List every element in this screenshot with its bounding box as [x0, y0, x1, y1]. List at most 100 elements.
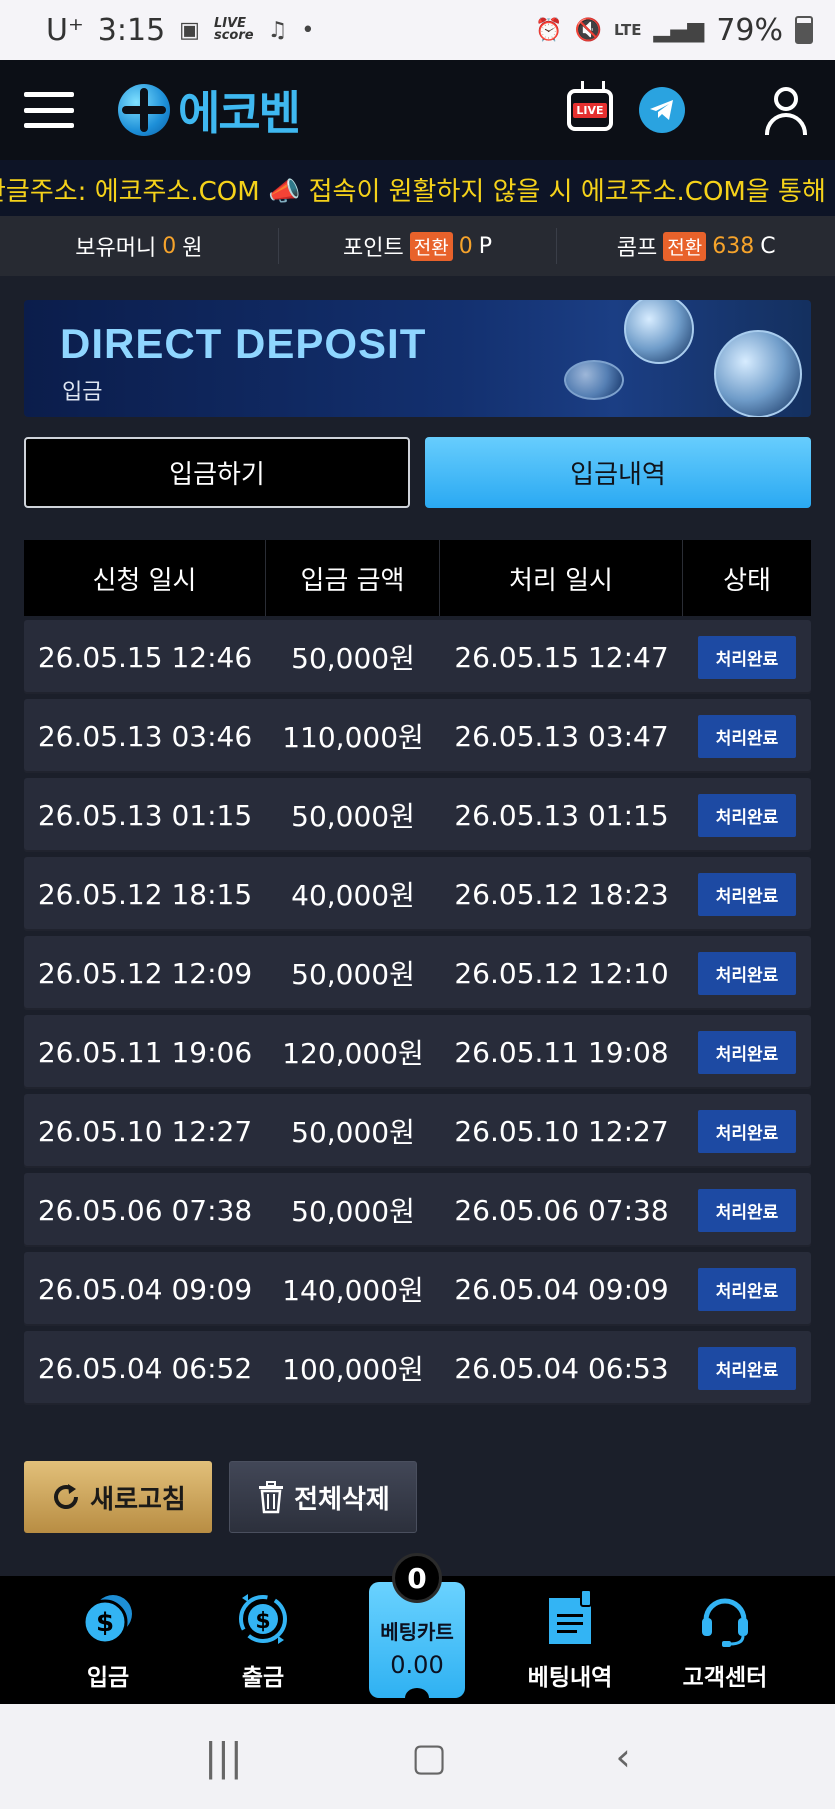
svg-text:$: $ — [255, 1609, 270, 1634]
live-tv-label: LIVE — [573, 102, 607, 118]
coin-decoration-icon — [624, 300, 694, 364]
processed-at: 26.05.11 19:08 — [454, 1035, 669, 1069]
recent-apps-icon[interactable]: ||| — [204, 1735, 242, 1779]
processed-at: 26.05.04 09:09 — [454, 1272, 669, 1306]
bet-cart-count-badge: 0 — [392, 1553, 442, 1603]
requested-at: 26.05.12 18:15 — [37, 877, 253, 911]
lte-icon: LTE — [613, 21, 642, 39]
mute-icon: 🔇 — [574, 17, 602, 43]
amount: 100,000원 — [282, 1353, 424, 1386]
processed-at: 26.05.13 03:47 — [454, 719, 669, 753]
livescore-icon: LIVE score — [213, 16, 254, 43]
tab-deposit[interactable]: 입금하기 — [24, 437, 410, 508]
status-badge: 처리완료 — [697, 872, 797, 916]
clock: 3:15 — [97, 12, 166, 48]
requested-at: 26.05.12 12:09 — [37, 956, 253, 990]
processed-at: 26.05.12 12:10 — [454, 956, 669, 990]
telegram-icon[interactable] — [639, 87, 685, 133]
menu-icon[interactable] — [24, 92, 74, 128]
requested-at: 26.05.10 12:27 — [37, 1114, 253, 1148]
nav-bet-history[interactable]: 베팅내역 — [505, 1576, 635, 1704]
money-balance: 보유머니 0 원 — [0, 228, 279, 264]
tab-deposit-history[interactable]: 입금내역 — [425, 437, 811, 508]
coin-decoration-icon — [714, 330, 802, 417]
money-value: 0 — [162, 233, 177, 259]
requested-at: 26.05.13 01:15 — [37, 798, 253, 832]
comp-value: 638 — [712, 233, 755, 259]
table-row: 26.05.06 07:38 50,000원 26.05.06 07:38 처리… — [24, 1173, 811, 1247]
amount: 50,000원 — [291, 1116, 415, 1149]
nav-support[interactable]: 고객센터 — [660, 1576, 790, 1704]
home-icon[interactable]: ▢ — [411, 1735, 447, 1779]
processed-at: 26.05.13 01:15 — [454, 798, 669, 832]
more-notifications-dot: • — [301, 17, 315, 43]
header-requested-at: 신청 일시 — [24, 540, 266, 616]
notice-text: 한글주소: 에코주소.COM 📣 접속이 원활하지 않을 시 에코주소.COM을… — [0, 177, 826, 207]
point-balance: 포인트 전환 0 P — [279, 228, 558, 264]
money-label: 보유머니 — [75, 236, 157, 261]
requested-at: 26.05.13 03:46 — [37, 719, 253, 753]
deposit-coin-icon: $ — [79, 1590, 137, 1648]
requested-at: 26.05.15 12:46 — [37, 640, 253, 674]
history-table-body: 26.05.15 12:46 50,000원 26.05.15 12:47 처리… — [24, 620, 811, 1410]
comp-unit: C — [760, 233, 776, 259]
refresh-button[interactable]: 새로고침 — [24, 1461, 212, 1533]
amount: 140,000원 — [282, 1274, 424, 1307]
amount: 120,000원 — [282, 1037, 424, 1070]
table-row: 26.05.13 01:15 50,000원 26.05.13 01:15 처리… — [24, 778, 811, 852]
banner-subtitle: 입금 — [62, 380, 103, 405]
logo-mark-icon — [118, 84, 170, 136]
requested-at: 26.05.06 07:38 — [37, 1193, 253, 1227]
processed-at: 26.05.15 12:47 — [454, 640, 669, 674]
status-badge: 처리완료 — [697, 1267, 797, 1311]
live-tv-icon[interactable]: LIVE — [567, 89, 613, 131]
requested-at: 26.05.11 19:06 — [37, 1035, 253, 1069]
header-amount: 입금 금액 — [266, 540, 440, 616]
site-logo[interactable]: 에코벤 — [118, 77, 301, 143]
header-processed-at: 처리 일시 — [440, 540, 683, 616]
status-badge: 처리완료 — [697, 951, 797, 995]
comp-convert-button[interactable]: 전환 — [663, 231, 707, 261]
table-row: 26.05.04 06:52 100,000원 26.05.04 06:53 처… — [24, 1331, 811, 1405]
bet-cart-value: 0.00 — [390, 1650, 444, 1679]
status-badge: 처리완료 — [697, 1346, 797, 1390]
amount: 50,000원 — [291, 1195, 415, 1228]
nav-withdraw-label: 출금 — [241, 1665, 285, 1691]
headset-icon — [696, 1590, 754, 1648]
status-badge: 처리완료 — [697, 635, 797, 679]
money-unit: 원 — [182, 236, 203, 261]
nav-deposit-label: 입금 — [86, 1665, 130, 1691]
nav-withdraw[interactable]: $ 출금 — [198, 1576, 328, 1704]
delete-all-label: 전체삭제 — [294, 1484, 390, 1515]
refresh-icon — [54, 1484, 79, 1509]
trash-icon — [259, 1481, 284, 1514]
logo-text: 에코벤 — [178, 86, 301, 140]
processed-at: 26.05.06 07:38 — [454, 1193, 669, 1227]
balance-bar: 보유머니 0 원 포인트 전환 0 P 콤프 전환 638 C — [0, 216, 835, 276]
amount: 110,000원 — [282, 721, 424, 754]
table-row: 26.05.13 03:46 110,000원 26.05.13 03:47 처… — [24, 699, 811, 773]
point-value: 0 — [458, 233, 473, 259]
amount: 50,000원 — [291, 800, 415, 833]
bet-cart-label: 베팅카트 — [380, 1619, 454, 1644]
status-badge: 처리완료 — [697, 793, 797, 837]
table-row: 26.05.11 19:06 120,000원 26.05.11 19:08 처… — [24, 1015, 811, 1089]
requested-at: 26.05.04 06:52 — [37, 1351, 253, 1385]
amount: 40,000원 — [291, 879, 415, 912]
point-convert-button[interactable]: 전환 — [409, 231, 453, 261]
nav-deposit[interactable]: $ 입금 — [43, 1576, 173, 1704]
withdraw-coin-icon: $ — [234, 1590, 292, 1648]
banner-title: DIRECT DEPOSIT — [60, 320, 427, 367]
carrier-label: U⁺ — [46, 12, 84, 48]
delete-all-button[interactable]: 전체삭제 — [229, 1461, 417, 1533]
notice-marquee: 한글주소: 에코주소.COM 📣 접속이 원활하지 않을 시 에코주소.COM을… — [0, 160, 835, 216]
coin-decoration-icon — [564, 360, 624, 400]
refresh-label: 새로고침 — [90, 1484, 186, 1515]
gallery-icon: ▣ — [179, 17, 200, 43]
table-row: 26.05.12 18:15 40,000원 26.05.12 18:23 처리… — [24, 857, 811, 931]
document-icon — [541, 1590, 599, 1648]
user-account-icon[interactable] — [761, 85, 811, 135]
requested-at: 26.05.04 09:09 — [37, 1272, 253, 1306]
point-unit: P — [478, 233, 492, 259]
back-icon[interactable]: ‹ — [616, 1735, 631, 1779]
